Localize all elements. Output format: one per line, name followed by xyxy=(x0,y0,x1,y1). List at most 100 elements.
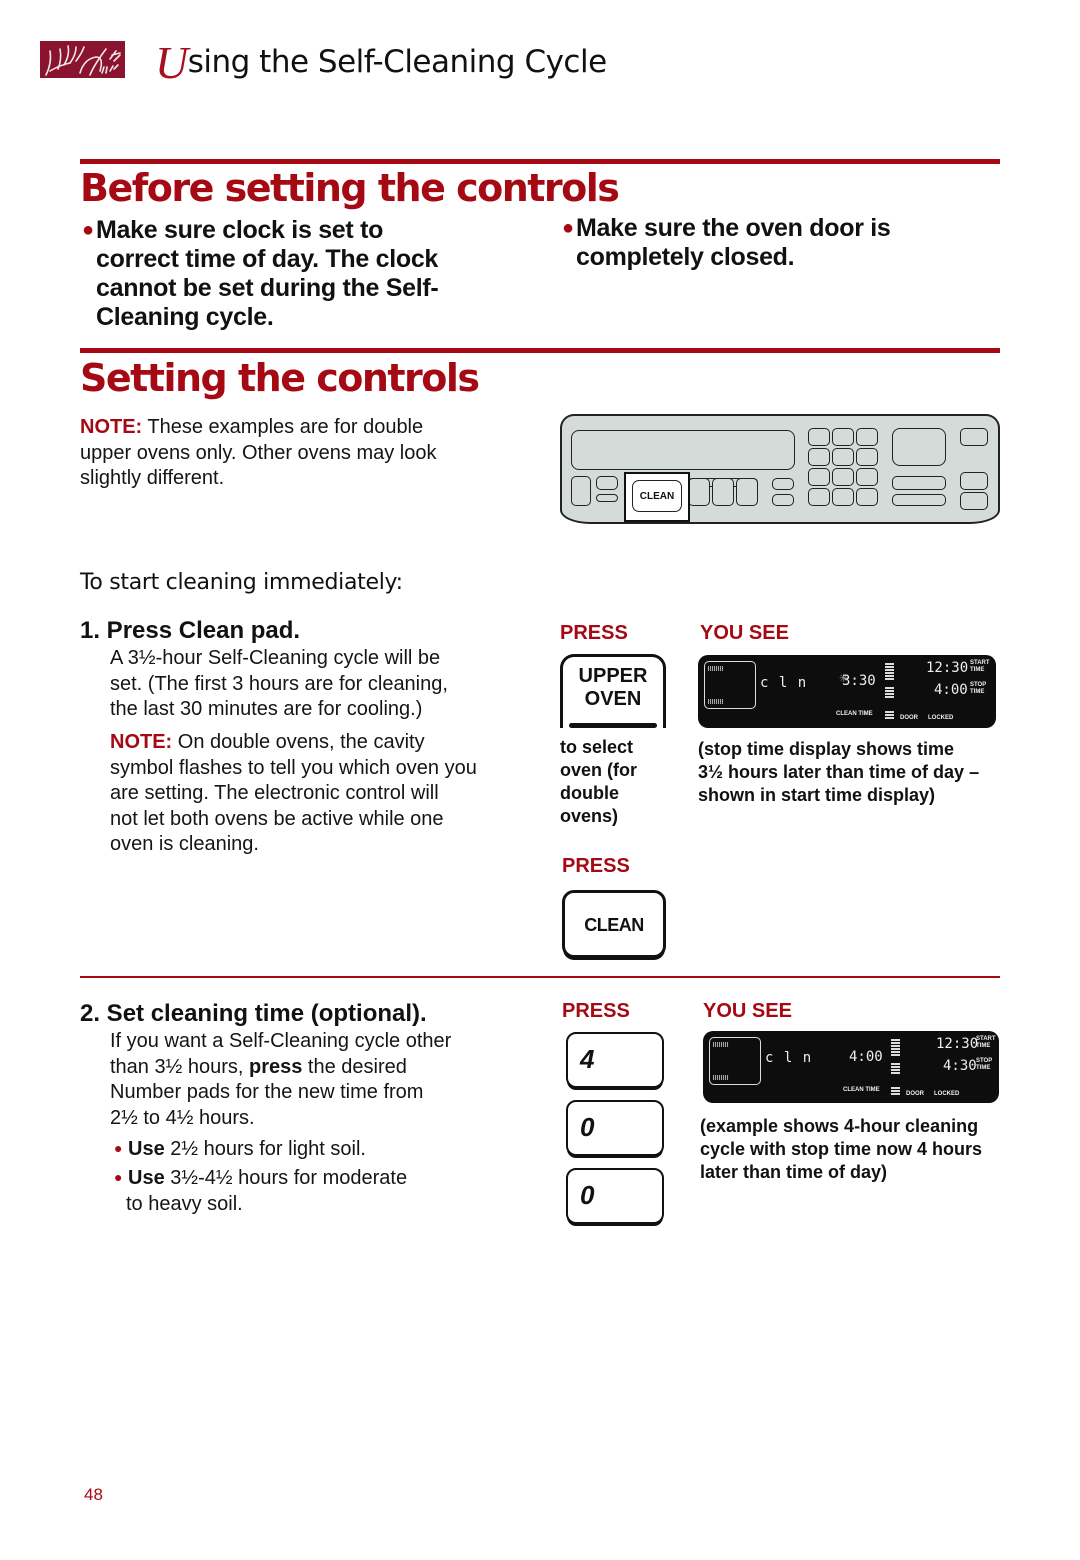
oven-cavity-icon: ≀≀≀≀≀≀≀≀ ≀≀≀≀≀≀≀≀ xyxy=(704,661,756,709)
panel-key xyxy=(772,478,794,490)
panel-key xyxy=(772,494,794,506)
panel-key xyxy=(856,428,878,446)
bullet-bold: Use xyxy=(128,1167,165,1189)
display-clean-time-label: CLEAN TIME xyxy=(843,1087,880,1093)
display-bars-icon xyxy=(885,663,894,681)
display-clean-time: 3:30 xyxy=(842,673,876,689)
caption-line: to select xyxy=(560,737,634,757)
bullet-text: 3½-4½ hours for moderate xyxy=(164,1167,408,1189)
panel-key xyxy=(808,488,830,506)
bullet-icon: ● xyxy=(114,1140,123,1156)
press-label: PRESS xyxy=(560,622,628,644)
before-bullet-clock: ● Make sure clock is set to correct time… xyxy=(82,216,516,332)
step2-bullet-light-soil: ● Use 2½ hours for light soil. xyxy=(114,1136,534,1163)
panel-key xyxy=(960,472,988,490)
panel-key xyxy=(712,478,734,506)
upper-oven-pad-line: OVEN xyxy=(584,688,642,710)
display-start-label: START TIME xyxy=(976,1036,996,1049)
note-text: not let both ovens be active while one xyxy=(110,807,444,830)
number-pad-0[interactable]: 0 xyxy=(566,1168,664,1224)
oven-control-panel: CLEAN xyxy=(560,414,1000,524)
panel-key xyxy=(832,488,854,506)
step2-body: If you want a Self-Cleaning cycle other … xyxy=(110,1029,530,1131)
display-bars-icon xyxy=(885,687,894,699)
bullet-line: cannot be set during the Self- xyxy=(96,274,439,302)
pad-bottom-bar xyxy=(569,723,657,728)
step2-title: 2. Set cleaning time (optional). xyxy=(80,1000,427,1027)
before-bullet-door: ● Make sure the oven door is completely … xyxy=(562,214,996,272)
display-clean-time: 4:00 xyxy=(849,1049,883,1065)
display-stop-label: STOP TIME xyxy=(976,1058,993,1071)
step1-text: the last 30 minutes are for cooling.) xyxy=(110,698,423,720)
panel-key xyxy=(856,448,878,466)
panel-clean-key-label: CLEAN xyxy=(632,480,682,512)
note-label: NOTE: xyxy=(80,416,143,438)
you-see-label: YOU SEE xyxy=(703,1000,792,1022)
panel-key xyxy=(571,476,591,506)
bullet-line: Make sure the oven door is xyxy=(576,214,891,242)
upper-oven-caption: to select oven (for double ovens) xyxy=(560,736,690,828)
display-bars-icon xyxy=(885,711,894,720)
panel-key xyxy=(892,476,946,490)
setting-section-title: Setting the controls xyxy=(80,356,480,400)
caption-line: double xyxy=(560,783,619,803)
number-pad-4[interactable]: 4 xyxy=(566,1032,664,1088)
step-divider xyxy=(80,976,1000,978)
step1-text: set. (The first 3 hours are for cleaning… xyxy=(110,672,448,695)
step2-text: 2½ to 4½ hours. xyxy=(110,1106,255,1129)
display-bars-icon xyxy=(891,1039,900,1057)
display-stop-time: 4:00 xyxy=(934,682,968,698)
note-text: are setting. The electronic control will xyxy=(110,782,439,804)
display-bars-icon xyxy=(891,1087,900,1096)
caption-line: (stop time display shows time xyxy=(698,739,955,759)
upper-oven-pad-line: UPPER xyxy=(578,665,648,687)
bullet-icon: ● xyxy=(82,219,94,241)
note-text: On double ovens, the cavity xyxy=(172,731,425,753)
note-text: These examples are for double xyxy=(142,416,424,438)
oven-display-step1: ≀≀≀≀≀≀≀≀ ≀≀≀≀≀≀≀≀ c l n ✳ 3:30 CLEAN TIM… xyxy=(698,655,996,728)
panel-key xyxy=(832,448,854,466)
caption-line: (example shows 4-hour cleaning xyxy=(700,1116,979,1136)
display-stop-time: 4:30 xyxy=(943,1058,977,1074)
panel-key xyxy=(856,488,878,506)
panel-key xyxy=(736,478,758,506)
caption-line: later than time of day) xyxy=(700,1162,888,1182)
number-pad-label: 0 xyxy=(580,1180,595,1210)
oven-cavity-icon: ≀≀≀≀≀≀≀≀ ≀≀≀≀≀≀≀≀ xyxy=(709,1037,761,1085)
panel-key xyxy=(808,448,830,466)
bullet-text: to heavy soil. xyxy=(126,1192,243,1215)
panel-display-window xyxy=(571,430,795,470)
step2-text: than 3½ hours, xyxy=(110,1055,249,1078)
upper-oven-pad[interactable]: UPPER OVEN xyxy=(560,654,666,728)
number-pad-0[interactable]: 0 xyxy=(566,1100,664,1156)
note-text: oven is cleaning. xyxy=(110,833,259,855)
bullet-line: Make sure clock is set to xyxy=(96,216,384,244)
display-stop-label: STOP TIME xyxy=(970,682,987,695)
bullet-icon: ● xyxy=(114,1169,123,1185)
display-mode: c l n xyxy=(760,675,808,691)
caption-line: oven (for xyxy=(560,760,638,780)
bullet-text: 2½ hours for light soil. xyxy=(164,1138,366,1160)
page-header-title: Using the Self-Cleaning Cycle xyxy=(155,40,607,86)
panel-key xyxy=(832,428,854,446)
display-bars-icon xyxy=(891,1063,900,1075)
section-divider xyxy=(80,159,1000,164)
oven-display-step2: ≀≀≀≀≀≀≀≀ ≀≀≀≀≀≀≀≀ c l n 4:00 CLEAN TIME … xyxy=(703,1031,999,1103)
caption-line: shown in start time display) xyxy=(698,785,936,805)
clean-pad[interactable]: CLEAN xyxy=(562,890,666,958)
note-text: symbol flashes to tell you which oven yo… xyxy=(110,756,477,779)
press-label: PRESS xyxy=(562,855,630,877)
page-number: 48 xyxy=(84,1485,103,1504)
step2-text-bold: press xyxy=(248,1055,303,1078)
panel-key xyxy=(856,468,878,486)
panel-key xyxy=(892,494,946,506)
display1-caption: (stop time display shows time 3½ hours l… xyxy=(698,738,1018,807)
panel-key xyxy=(688,478,710,506)
number-pad-label: 0 xyxy=(580,1112,595,1142)
display-door-label: DOOR xyxy=(906,1091,924,1097)
step1-text: A 3½-hour Self-Cleaning cycle will be xyxy=(110,647,441,669)
step2-text: If you want a Self-Cleaning cycle other xyxy=(110,1030,452,1052)
step1-body: A 3½-hour Self-Cleaning cycle will be se… xyxy=(110,646,530,723)
caption-line: cycle with stop time now 4 hours xyxy=(700,1139,983,1159)
panel-key xyxy=(960,428,988,446)
